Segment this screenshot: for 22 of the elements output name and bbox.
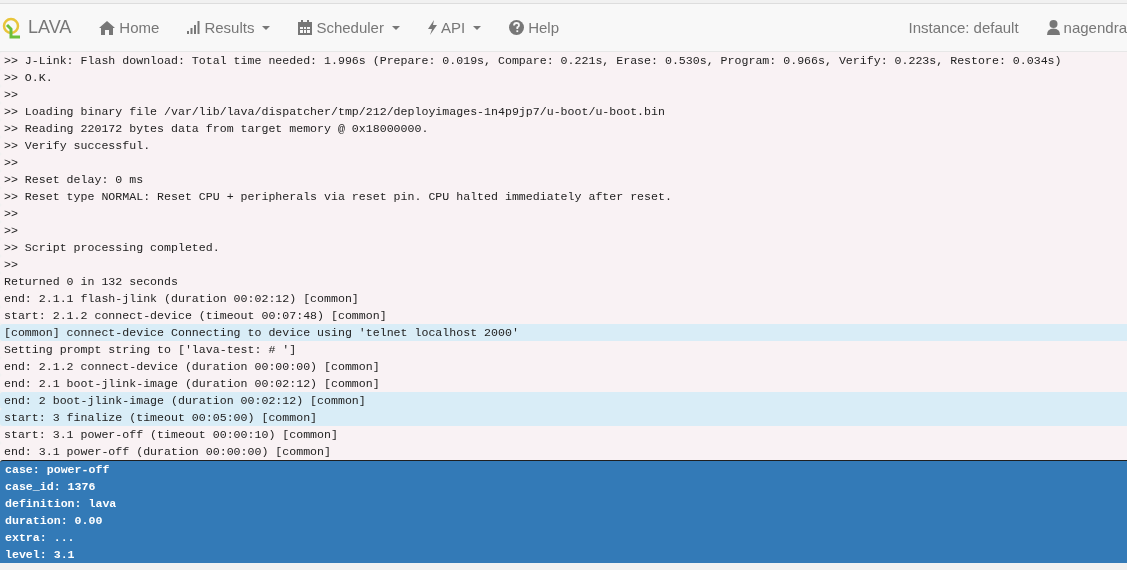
brand-link[interactable]: LAVA (0, 16, 86, 39)
nav-link[interactable]: API (413, 19, 496, 36)
help-icon (509, 20, 525, 35)
result-line: extra: ... (4, 530, 76, 546)
home-icon (99, 20, 116, 35)
user-menu[interactable]: nagendra (1032, 19, 1127, 36)
result-line: case_id: 1376 (4, 479, 97, 495)
result-line: case: power-off (4, 462, 111, 478)
instance-label: Instance: default (907, 19, 1020, 36)
calendar-icon (298, 20, 313, 35)
result-line: level: 3.1 (4, 547, 76, 563)
logo-icon (2, 16, 22, 39)
nav-link[interactable]: Home (85, 19, 174, 36)
result-line: definition: lava (4, 496, 118, 512)
bar-chart-icon (187, 21, 201, 34)
user-icon (1046, 20, 1060, 35)
lightning-icon (427, 20, 437, 35)
nav-link[interactable]: Results (173, 19, 285, 36)
brand-name: LAVA (28, 17, 72, 38)
nav-link[interactable]: Help (495, 19, 573, 36)
nav-link[interactable]: Scheduler (284, 19, 414, 36)
result-line: duration: 0.00 (4, 513, 104, 529)
